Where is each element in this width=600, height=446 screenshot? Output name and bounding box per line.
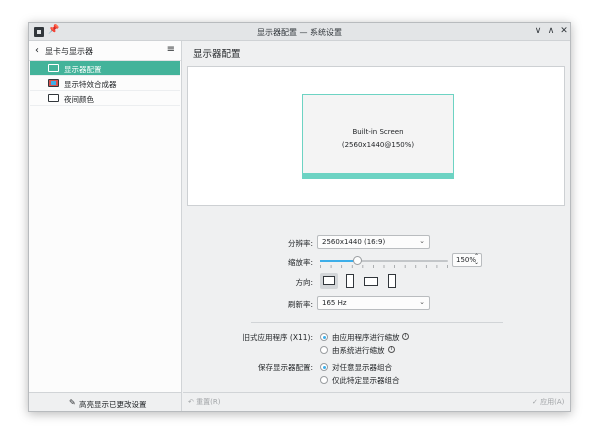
resolution-combo[interactable]: 2560x1440 (16:9) ⌄ [317, 235, 430, 249]
close-button[interactable]: ✕ [558, 25, 570, 38]
resolution-label: 分辨率: [287, 239, 313, 248]
scale-slider-fill [320, 260, 358, 262]
orientation-label: 方向: [295, 278, 313, 287]
highlight-changes-label: 高亮显示已更改设置 [79, 400, 147, 409]
sidebar-item-label: 显示特效合成器 [64, 80, 117, 89]
apply-label: 应用(A) [540, 398, 565, 406]
sidebar-header: ‹ 显卡与显示器 ≡ [29, 41, 181, 61]
orientation-portrait-flipped-button[interactable] [383, 273, 401, 289]
reset-label: 重置(R) [196, 398, 221, 406]
refresh-value: 165 Hz [322, 299, 347, 307]
screen-accent-bar [303, 173, 453, 178]
resolution-value: 2560x1440 (16:9) [322, 238, 386, 246]
save-radio-any-combination[interactable] [320, 363, 328, 371]
refresh-combo[interactable]: 165 Hz ⌄ [317, 296, 430, 310]
reset-button[interactable]: ↶ 重置(R) [188, 397, 220, 410]
sidebar-item-display-config[interactable]: 显示器配置 [30, 61, 180, 76]
screen-name: Built-in Screen [352, 128, 404, 136]
check-icon: ✓ [532, 398, 541, 406]
legacy-apps-label: 旧式应用程序 (X11): [242, 333, 313, 342]
undo-icon: ↶ [188, 398, 197, 406]
maximize-button[interactable]: ∧ [545, 25, 557, 38]
minimize-button[interactable]: ∨ [532, 25, 544, 38]
sidebar-title: 显卡与显示器 [45, 47, 93, 56]
landscape-icon [323, 276, 335, 285]
scale-ticks [320, 265, 448, 268]
monitor-icon [48, 64, 59, 72]
save-option-label: 对任意显示器组合 [332, 363, 392, 372]
scale-slider-handle[interactable] [353, 256, 363, 265]
effects-icon [48, 79, 59, 87]
legacy-option-label: 由系统进行缩放 [332, 346, 385, 355]
portrait-flipped-icon [388, 274, 396, 288]
sidebar-item-label: 夜间颜色 [64, 95, 94, 104]
titlebar: 📌 显示器配置 — 系统设置 ∨ ∧ ✕ [29, 23, 570, 41]
screen-detail: (2560x1440@150%) [341, 141, 415, 149]
info-icon[interactable]: i [402, 333, 409, 340]
divider [251, 322, 503, 323]
save-option-label: 仅此特定显示器组合 [332, 376, 400, 385]
settings-window: 📌 显示器配置 — 系统设置 ∨ ∧ ✕ ‹ 显卡与显示器 ≡ 显示器配置 显示… [28, 22, 571, 412]
main-panel: 显示器配置 Built-in Screen (2560x1440@150%) 分… [183, 41, 570, 411]
sidebar: ‹ 显卡与显示器 ≡ 显示器配置 显示特效合成器 夜间颜色 ✎ 高亮显示已更改设… [29, 41, 182, 411]
portrait-icon [346, 274, 354, 288]
scale-slider[interactable] [320, 260, 448, 262]
chevron-down-icon: ⌄ [419, 237, 425, 245]
hamburger-menu-icon[interactable]: ≡ [167, 44, 175, 55]
window-title: 显示器配置 — 系统设置 [256, 28, 343, 37]
legacy-radio-system-scaling[interactable] [320, 346, 328, 354]
spin-arrows-icon[interactable]: ⌃ ⌄ [474, 254, 479, 266]
orientation-landscape-button[interactable] [320, 273, 338, 289]
landscape-flipped-icon [364, 277, 378, 286]
orientation-portrait-button[interactable] [341, 273, 359, 289]
scale-spinbox[interactable]: 150% ⌃ ⌄ [452, 253, 482, 267]
scale-label: 缩放率: [287, 258, 313, 267]
orientation-landscape-flipped-button[interactable] [362, 273, 380, 289]
chevron-down-icon: ⌄ [419, 298, 425, 306]
apply-button[interactable]: ✓ 应用(A) [532, 397, 564, 410]
monitor-icon [48, 94, 59, 102]
refresh-label: 刷新率: [287, 300, 313, 309]
screen-preview-area: Built-in Screen (2560x1440@150%) [187, 66, 565, 206]
highlight-changes-button[interactable]: ✎ 高亮显示已更改设置 [29, 392, 181, 411]
bottom-bar: ↶ 重置(R) ✓ 应用(A) [183, 392, 570, 411]
page-title: 显示器配置 [193, 49, 241, 60]
screen-preview[interactable]: Built-in Screen (2560x1440@150%) [302, 94, 454, 179]
save-radio-specific-combination[interactable] [320, 376, 328, 384]
sidebar-item-compositor[interactable]: 显示特效合成器 [30, 76, 180, 91]
sidebar-item-night-color[interactable]: 夜间颜色 [30, 91, 180, 106]
back-arrow-icon[interactable]: ‹ [35, 45, 39, 56]
save-config-label: 保存显示器配置: [257, 363, 313, 372]
legacy-radio-app-scaling[interactable] [320, 333, 328, 341]
sidebar-item-label: 显示器配置 [64, 65, 102, 74]
legacy-option-label: 由应用程序进行缩放 [332, 333, 400, 342]
info-icon[interactable]: i [388, 346, 395, 353]
pencil-icon: ✎ [69, 398, 76, 407]
